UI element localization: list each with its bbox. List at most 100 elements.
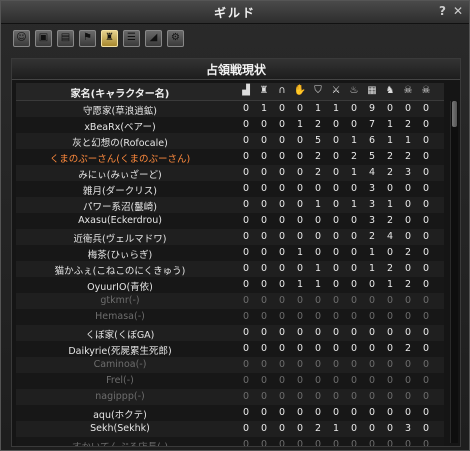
stat-cell: 0 (368, 407, 376, 418)
table-row[interactable]: gtkmr(-) 0 0 0 0 0 0 0 0 0 0 0 (16, 293, 444, 309)
table-row[interactable]: くまのぷーさん(くまのぷーさん) 0 0 0 0 2 0 2 5 2 2 0 (16, 149, 444, 165)
stat-cell: 1 (296, 119, 304, 130)
stat-cell: 0 (404, 359, 412, 370)
stat-cell: 0 (314, 247, 322, 258)
table-row[interactable]: すかいてんぷる店長(-) 0 0 0 0 0 0 0 0 0 0 0 (16, 437, 444, 447)
tab-button[interactable]: ☰ (123, 30, 140, 47)
stat-cell: 0 (314, 327, 322, 338)
stat-cell: 0 (332, 199, 340, 210)
table-row[interactable]: aqu(ホクテ) 0 0 0 0 0 0 0 0 0 0 0 (16, 405, 444, 421)
tab-button[interactable]: ▣ (35, 30, 52, 47)
stat-cell: 0 (350, 343, 358, 354)
table-row[interactable]: 近衛兵(ヴェルマドワ) 0 0 0 0 0 0 0 2 4 0 0 (16, 229, 444, 245)
stat-cell: 1 (350, 199, 358, 210)
stat-cell: 0 (278, 215, 286, 226)
stat-cell: 2 (404, 279, 412, 290)
member-name: くまのぷーさん(くまのぷーさん) (49, 154, 191, 165)
tab-button[interactable]: ◢ (145, 30, 162, 47)
column-header-name[interactable]: 家名(キャラクター名) (16, 85, 224, 100)
tab-button[interactable]: ♜ (101, 30, 118, 47)
stat-cell: 0 (296, 439, 304, 447)
stat-cell: 9 (368, 103, 376, 114)
armor-icon[interactable]: ⛉ (310, 85, 326, 96)
table-row[interactable]: Caminoa(-) 0 0 0 0 0 0 0 0 0 0 0 (16, 357, 444, 373)
tab-members-icon: ☺ (16, 32, 27, 43)
stat-cell: 0 (332, 279, 340, 290)
table-row[interactable]: nagippp(-) 0 0 0 0 0 0 0 0 0 0 0 (16, 389, 444, 405)
horse-icon[interactable]: ♞ (382, 85, 398, 96)
table-row[interactable]: xBeaRx(ベアー) 0 0 0 1 2 0 0 7 1 2 0 (16, 117, 444, 133)
stat-cell: 2 (350, 151, 358, 162)
scrollbar[interactable] (450, 101, 458, 443)
scrollbar-thumb[interactable] (452, 101, 457, 127)
stat-cell: 0 (242, 199, 250, 210)
table-row[interactable]: 梅茶(ひぃらぎ) 0 0 0 1 0 0 0 1 0 2 0 (16, 245, 444, 261)
stat-cell: 0 (332, 327, 340, 338)
table-row[interactable]: パワー系沼(鬣崎) 0 0 0 0 1 0 1 3 1 0 0 (16, 197, 444, 213)
cannon-icon[interactable]: ▦ (364, 85, 380, 96)
member-name: 猫かふぇ(こねこのにくきゅう) (54, 266, 186, 277)
table-row[interactable]: 守愿家(草浪逍鉱) 0 1 0 0 1 1 0 9 0 0 0 (16, 101, 444, 117)
tab-button[interactable]: ☺ (13, 30, 30, 47)
stat-cell: 0 (332, 375, 340, 386)
stat-cell: 0 (242, 103, 250, 114)
stat-cell: 0 (296, 295, 304, 306)
table-row[interactable]: Frel(-) 0 0 0 0 0 0 0 0 0 0 0 (16, 373, 444, 389)
stat-cell: 0 (350, 423, 358, 434)
stat-cell: 0 (296, 375, 304, 386)
tab-button[interactable]: ▤ (57, 30, 74, 47)
stat-cell: 1 (350, 135, 358, 146)
table-row[interactable]: OyuurIO(青依) 0 0 0 1 1 0 0 0 1 2 0 (16, 277, 444, 293)
skull-icon[interactable]: ☠ (400, 85, 416, 96)
stat-cell: 0 (386, 375, 394, 386)
sword-icon[interactable]: ⚔ (328, 85, 344, 96)
stat-cell: 0 (260, 295, 268, 306)
stat-cell: 1 (296, 247, 304, 258)
stat-cell: 0 (404, 263, 412, 274)
stat-cell: 0 (242, 231, 250, 242)
table-row[interactable]: Sekh(Sekhk) 0 0 0 0 2 1 0 0 0 3 0 (16, 421, 444, 437)
stat-cell: 0 (296, 103, 304, 114)
table-row[interactable]: くぼ家(くぼGA) 0 0 0 0 0 0 0 0 0 0 0 (16, 325, 444, 341)
stat-cell: 0 (314, 343, 322, 354)
stat-cell: 0 (422, 103, 430, 114)
stat-cell: 0 (350, 327, 358, 338)
stat-cell: 0 (386, 311, 394, 322)
stat-cell: 2 (386, 263, 394, 274)
stat-cell: 1 (404, 135, 412, 146)
table-row[interactable]: 猫かふぇ(こねこのにくきゅう) 0 0 0 0 1 0 0 1 2 0 0 (16, 261, 444, 277)
table-row[interactable]: Axasu(Eckerdrou) 0 0 0 0 0 0 0 3 2 0 0 (16, 213, 444, 229)
member-name: xBeaRx(ベアー) (84, 122, 156, 133)
tab-button[interactable]: ⚑ (79, 30, 96, 47)
tab-button[interactable]: ⚙ (167, 30, 184, 47)
fort-icon[interactable]: ▟ (238, 85, 254, 96)
stat-cell: 0 (350, 311, 358, 322)
table-row[interactable]: 雑月(ダークリス) 0 0 0 0 0 0 0 3 0 0 0 (16, 181, 444, 197)
stat-cell: 7 (368, 119, 376, 130)
help-icon[interactable]: ? (439, 4, 446, 18)
member-name: OyuurIO(青依) (87, 282, 153, 293)
gate-icon[interactable]: ∩ (274, 85, 290, 96)
stat-cell: 0 (422, 343, 430, 354)
close-icon[interactable]: ✕ (453, 4, 463, 18)
stat-cell: 0 (296, 167, 304, 178)
table-row[interactable]: Daikyrie(死屍累生死郎) 0 0 0 0 0 0 0 0 0 2 0 (16, 341, 444, 357)
title-bar[interactable]: ギルド ? ✕ (1, 1, 469, 24)
crossbones-icon[interactable]: ☠ (418, 85, 434, 96)
table-row[interactable]: 灰と幻想の(Rofocale) 0 0 0 0 5 0 1 6 1 1 0 (16, 133, 444, 149)
member-name: aqu(ホクテ) (93, 410, 147, 421)
tab-flag-icon: ⚑ (83, 32, 92, 43)
fire-icon[interactable]: ♨ (346, 85, 362, 96)
table-row[interactable]: みにぃ(みぃざーど) 0 0 0 0 2 0 1 4 2 3 0 (16, 165, 444, 181)
hand-icon[interactable]: ✋ (292, 85, 308, 96)
stat-cell: 0 (296, 311, 304, 322)
stat-cell: 0 (242, 407, 250, 418)
stat-cell: 0 (278, 327, 286, 338)
tower-icon[interactable]: ♜ (256, 85, 272, 96)
stat-cell: 1 (386, 135, 394, 146)
panel-header: 占領戦現状 (12, 59, 460, 80)
stat-cell: 0 (278, 103, 286, 114)
table-row[interactable]: Hemasa(-) 0 0 0 0 0 0 0 0 0 0 0 (16, 309, 444, 325)
stat-cell: 0 (350, 295, 358, 306)
stat-cell: 2 (386, 167, 394, 178)
